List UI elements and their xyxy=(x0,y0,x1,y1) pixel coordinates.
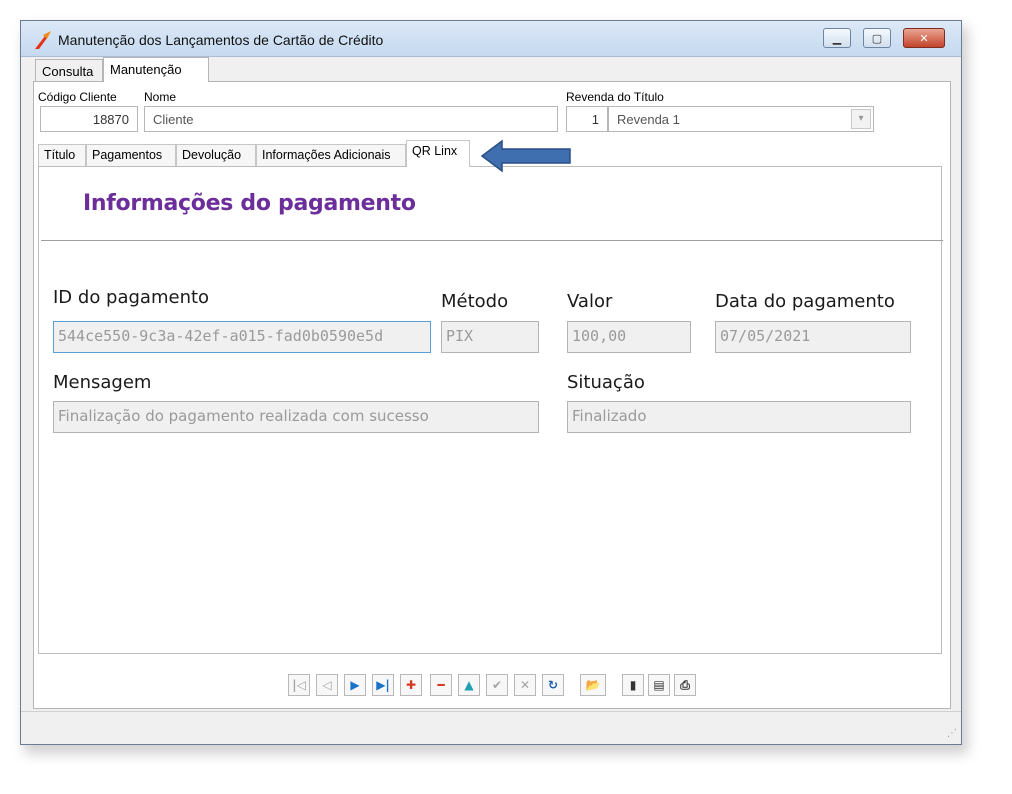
nome-label: Nome xyxy=(144,90,177,104)
print-button[interactable]: ⎙ xyxy=(674,674,696,696)
plus-icon: ✚ xyxy=(405,678,417,692)
door-icon: ▮ xyxy=(629,678,637,692)
refresh-button[interactable]: ↻ xyxy=(542,674,564,696)
codigo-cliente-label: Código Cliente xyxy=(38,90,117,104)
metodo-field[interactable]: PIX xyxy=(441,321,539,353)
revenda-select-value: Revenda 1 xyxy=(617,112,680,127)
minimize-icon: ▁ xyxy=(832,31,842,45)
minimize-button[interactable]: ▁ xyxy=(823,28,851,48)
app-logo-icon xyxy=(35,31,51,49)
last-icon: ▶| xyxy=(376,678,390,692)
prev-icon: ◁ xyxy=(322,678,332,692)
nome-field[interactable]: Cliente xyxy=(144,106,558,132)
folder-icon: 📂 xyxy=(585,678,601,692)
exit-button[interactable]: ▮ xyxy=(622,674,644,696)
data-pagamento-label: Data do pagamento xyxy=(715,291,895,312)
tab-pagamentos[interactable]: Pagamentos xyxy=(86,144,176,166)
valor-field[interactable]: 100,00 xyxy=(567,321,691,353)
id-pagamento-field[interactable]: 544ce550-9c3a-42ef-a015-fad0b0590e5d xyxy=(53,321,431,353)
mensagem-label: Mensagem xyxy=(53,372,152,393)
tab-qr-linx[interactable]: QR Linx xyxy=(406,140,470,167)
mensagem-field[interactable]: Finalização do pagamento realizada com s… xyxy=(53,401,539,433)
codigo-cliente-field[interactable]: 18870 xyxy=(40,106,138,132)
first-record-button[interactable]: |◁ xyxy=(288,674,310,696)
check-icon: ✔ xyxy=(491,678,503,692)
revenda-label: Revenda do Título xyxy=(566,90,664,104)
prev-record-button[interactable]: ◁ xyxy=(316,674,338,696)
resize-grip-icon[interactable]: ⋰ xyxy=(947,728,957,739)
up-icon: ▲ xyxy=(464,678,474,692)
record-toolbar: |◁ ◁ ▶ ▶| ✚ ━ ▲ ✔ ✕ ↻ 📂 ▮ ▤ ⎙ xyxy=(34,666,950,702)
manutencao-panel: Código Cliente 18870 Nome Cliente Revend… xyxy=(33,81,951,709)
cancel-icon: ✕ xyxy=(519,678,531,692)
next-icon: ▶ xyxy=(350,678,360,692)
status-bar: ⋰ xyxy=(21,711,961,743)
open-button[interactable]: 📂 xyxy=(580,674,606,696)
valor-label: Valor xyxy=(567,291,613,312)
data-pagamento-field[interactable]: 07/05/2021 xyxy=(715,321,911,353)
minus-icon: ━ xyxy=(437,678,445,692)
next-record-button[interactable]: ▶ xyxy=(344,674,366,696)
section-title: Informações do pagamento xyxy=(83,191,416,216)
situacao-label: Situação xyxy=(567,372,645,393)
edit-record-button[interactable]: ▲ xyxy=(458,674,480,696)
maximize-button[interactable]: ▢ xyxy=(863,28,891,48)
cancel-button[interactable]: ✕ xyxy=(514,674,536,696)
maximize-icon: ▢ xyxy=(871,31,883,45)
confirm-button[interactable]: ✔ xyxy=(486,674,508,696)
report-button[interactable]: ▤ xyxy=(648,674,670,696)
revenda-number-field[interactable]: 1 xyxy=(566,106,608,132)
main-window: Manutenção dos Lançamentos de Cartão de … xyxy=(20,20,962,745)
window-title: Manutenção dos Lançamentos de Cartão de … xyxy=(58,32,384,48)
situacao-field[interactable]: Finalizado xyxy=(567,401,911,433)
metodo-label: Método xyxy=(441,291,509,312)
tab-informacoes-adicionais[interactable]: Informações Adicionais xyxy=(256,144,406,166)
qr-linx-content: Informações do pagamento ID do pagamento… xyxy=(38,166,943,654)
section-divider xyxy=(41,240,943,241)
last-record-button[interactable]: ▶| xyxy=(372,674,394,696)
print-icon: ⎙ xyxy=(680,678,690,692)
revenda-select[interactable]: Revenda 1 ▾ xyxy=(608,106,874,132)
chevron-down-icon[interactable]: ▾ xyxy=(851,109,871,129)
close-icon: ✕ xyxy=(919,31,929,45)
id-pagamento-label: ID do pagamento xyxy=(53,287,210,308)
close-button[interactable]: ✕ xyxy=(903,28,945,48)
annotation-arrow-icon xyxy=(480,139,571,173)
add-record-button[interactable]: ✚ xyxy=(400,674,422,696)
report-icon: ▤ xyxy=(653,678,665,692)
tab-titulo[interactable]: Título xyxy=(38,144,86,166)
refresh-icon: ↻ xyxy=(547,678,559,692)
delete-record-button[interactable]: ━ xyxy=(430,674,452,696)
first-icon: |◁ xyxy=(292,678,306,692)
tab-consulta[interactable]: Consulta xyxy=(35,59,103,81)
tab-devolucao[interactable]: Devolução xyxy=(176,144,256,166)
title-bar[interactable]: Manutenção dos Lançamentos de Cartão de … xyxy=(21,21,961,57)
tab-manutencao[interactable]: Manutenção xyxy=(103,57,209,82)
